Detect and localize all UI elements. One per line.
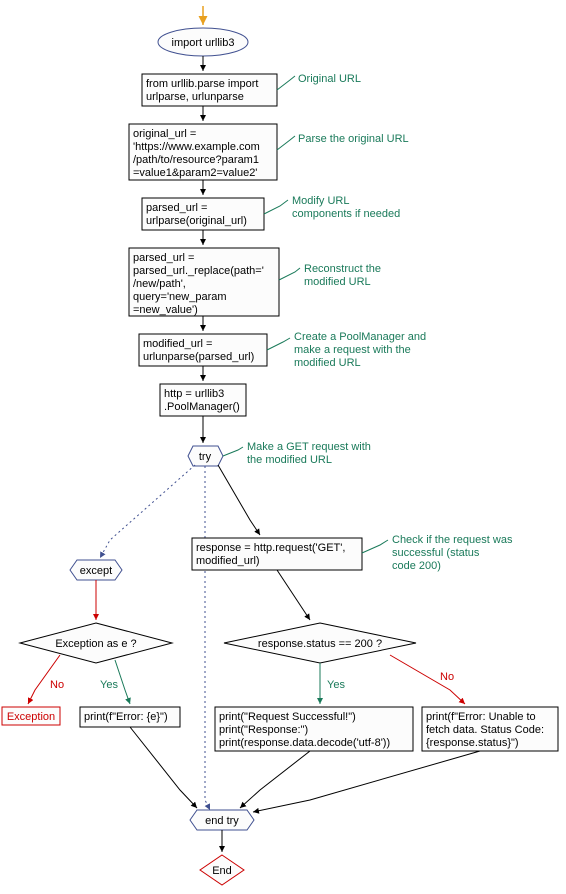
edge-try-response [218, 465, 260, 535]
svg-text:components if needed: components if needed [292, 208, 400, 220]
svg-text:parsed_url =: parsed_url = [146, 202, 207, 214]
comment-connector [362, 540, 388, 553]
edge [130, 727, 197, 808]
comment-connector [264, 200, 288, 214]
svg-text:print(response.data.decode('ut: print(response.data.decode('utf-8')) [219, 737, 390, 749]
edge [240, 751, 310, 808]
comment-parse-url: Parse the original URL [298, 133, 409, 145]
svg-text:Reconstruct the: Reconstruct the [304, 263, 381, 275]
svg-text:.PoolManager(): .PoolManager() [164, 401, 240, 413]
svg-text:code 200): code 200) [392, 560, 441, 572]
svg-text:Yes: Yes [327, 679, 345, 691]
svg-text:=value1&param2=value2': =value1&param2=value2' [133, 167, 257, 179]
svg-text:'https://www.example.com: 'https://www.example.com [133, 141, 260, 153]
svg-text:http = urllib3: http = urllib3 [164, 388, 224, 400]
edge-try-endtry [205, 466, 210, 810]
svg-text:from urllib.parse import: from urllib.parse import [146, 78, 258, 90]
svg-text:print(f"Error: Unable to: print(f"Error: Unable to [426, 711, 536, 723]
node-import-label: import urllib3 [172, 37, 235, 49]
svg-text:make a request with the: make a request with the [294, 344, 411, 356]
svg-text:end try: end try [205, 815, 239, 827]
label-no: No [50, 679, 64, 691]
comment-original-url: Original URL [298, 73, 361, 85]
svg-text:{response.status}"): {response.status}") [426, 737, 519, 749]
comment-connector [223, 447, 243, 456]
svg-text:urlparse(original_url): urlparse(original_url) [146, 215, 247, 227]
svg-text:query='new_param: query='new_param [133, 291, 227, 303]
svg-text:parsed_url._replace(path=': parsed_url._replace(path=' [133, 265, 264, 277]
svg-text:End: End [212, 865, 232, 877]
svg-text:print(f"Error: {e}"): print(f"Error: {e}") [84, 711, 168, 723]
svg-text:Create a PoolManager and: Create a PoolManager and [294, 331, 426, 343]
svg-text:response = http.request('GET',: response = http.request('GET', [196, 542, 345, 554]
edge-try-except [100, 465, 195, 558]
svg-text:modified_url): modified_url) [196, 555, 260, 567]
svg-text:parsed_url =: parsed_url = [133, 252, 194, 264]
svg-text:response.status == 200 ?: response.status == 200 ? [258, 638, 382, 650]
svg-text:modified URL: modified URL [304, 276, 371, 288]
svg-text:except: except [80, 565, 112, 577]
svg-text:Exception: Exception [7, 711, 55, 723]
label-yes: Yes [100, 679, 118, 691]
svg-text:urlunparse(parsed_url): urlunparse(parsed_url) [143, 351, 254, 363]
svg-text:=new_value'): =new_value') [133, 304, 198, 316]
svg-text:/path/to/resource?param1: /path/to/resource?param1 [133, 154, 259, 166]
svg-text:successful (status: successful (status [392, 547, 480, 559]
flowchart-diagram: import urllib3 from urllib.parse import … [0, 0, 566, 894]
svg-text:urlparse, urlunparse: urlparse, urlunparse [146, 91, 244, 103]
svg-text:No: No [440, 671, 454, 683]
svg-text:/new/path',: /new/path', [133, 278, 186, 290]
svg-text:Check if the request was: Check if the request was [392, 534, 513, 546]
edge [277, 570, 310, 620]
svg-text:modified_url =: modified_url = [143, 338, 212, 350]
svg-text:original_url =: original_url = [133, 128, 196, 140]
comment-connector [279, 268, 300, 280]
svg-text:fetch data. Status Code:: fetch data. Status Code: [426, 724, 544, 736]
svg-text:Make a GET request with: Make a GET request with [247, 441, 371, 453]
svg-text:Modify URL: Modify URL [292, 195, 349, 207]
svg-text:print("Request Successful!"): print("Request Successful!") [219, 711, 356, 723]
svg-text:modified URL: modified URL [294, 357, 361, 369]
comment-connector [277, 76, 295, 90]
comment-connector [277, 136, 295, 150]
svg-text:print("Response:"): print("Response:") [219, 724, 308, 736]
svg-text:the modified URL: the modified URL [247, 454, 332, 466]
svg-text:try: try [199, 451, 212, 463]
svg-text:Exception as e ?: Exception as e ? [55, 638, 136, 650]
edge [253, 751, 480, 812]
comment-connector [267, 338, 290, 350]
